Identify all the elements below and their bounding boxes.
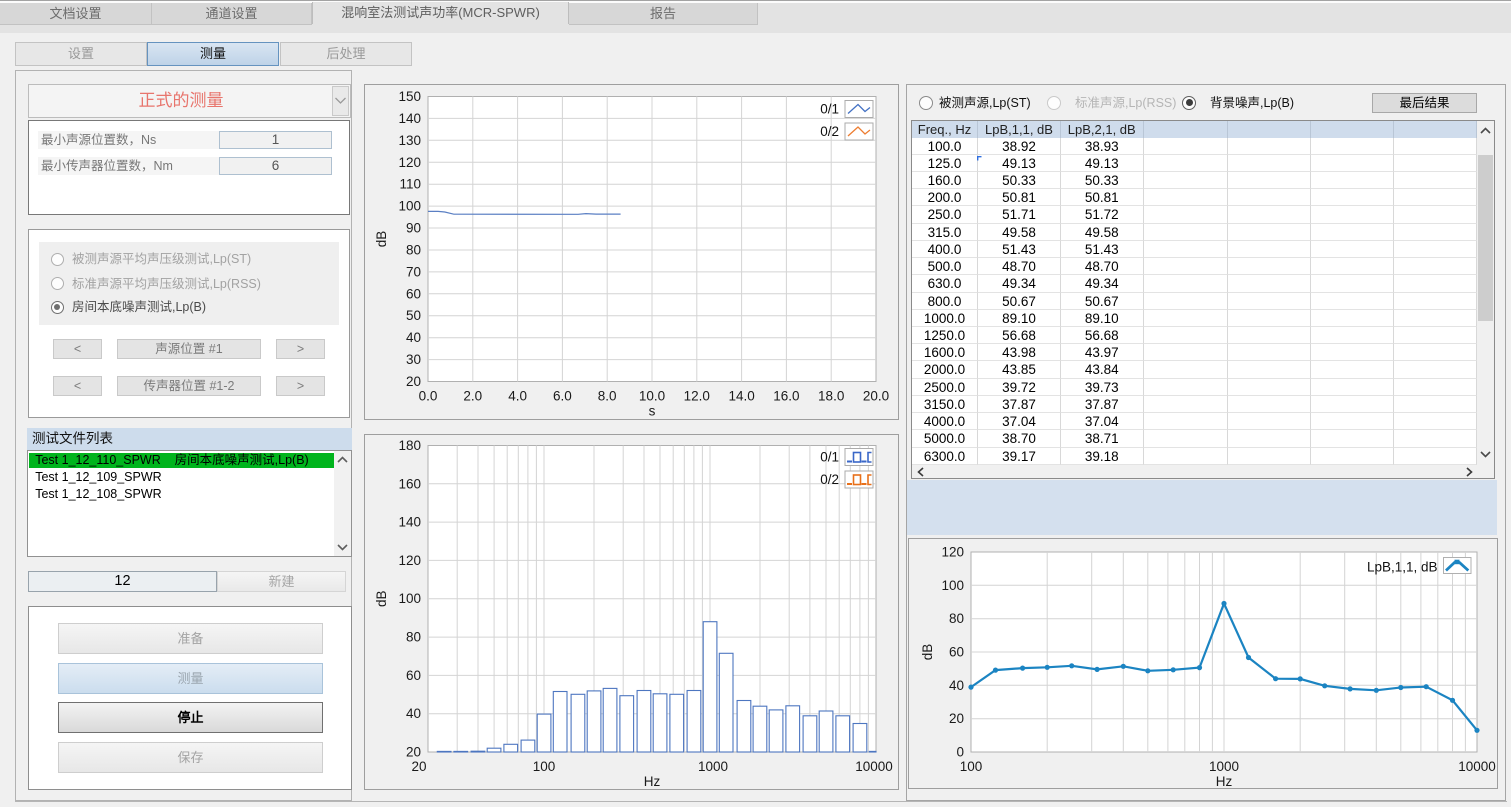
svg-text:10.0: 10.0 [638,388,664,403]
svg-text:LpB,1,1, dB: LpB,1,1, dB [1367,560,1438,575]
svg-text:140: 140 [398,514,421,529]
svg-text:40: 40 [949,678,964,693]
svg-text:0/2: 0/2 [820,472,839,487]
svg-text:4.0: 4.0 [508,388,527,403]
svg-text:10000: 10000 [855,759,893,774]
svg-text:s: s [648,403,655,418]
svg-text:60: 60 [405,667,420,682]
svg-text:60: 60 [949,645,964,660]
svg-text:14.0: 14.0 [728,388,754,403]
svg-text:120: 120 [398,154,421,169]
svg-text:0/1: 0/1 [820,449,839,464]
svg-text:50: 50 [405,308,420,323]
svg-text:80: 80 [405,242,420,257]
svg-text:Hz: Hz [643,774,660,789]
svg-text:20: 20 [949,711,964,726]
svg-text:100: 100 [398,591,421,606]
svg-text:100: 100 [960,759,983,774]
svg-text:0.0: 0.0 [418,388,437,403]
svg-text:100: 100 [941,578,964,593]
svg-text:120: 120 [398,552,421,567]
svg-text:80: 80 [949,611,964,626]
svg-text:100: 100 [398,198,421,213]
svg-text:2.0: 2.0 [463,388,482,403]
svg-text:130: 130 [398,132,421,147]
svg-text:110: 110 [399,176,421,191]
svg-text:0/1: 0/1 [820,101,839,116]
svg-text:0/2: 0/2 [820,124,839,139]
svg-text:160: 160 [398,476,421,491]
svg-text:70: 70 [405,264,420,279]
svg-text:30: 30 [405,352,420,367]
svg-text:20: 20 [405,374,420,389]
svg-text:20.0: 20.0 [862,388,888,403]
svg-text:80: 80 [405,629,420,644]
svg-text:1000: 1000 [697,759,727,774]
svg-text:12.0: 12.0 [683,388,709,403]
svg-text:6.0: 6.0 [553,388,572,403]
svg-text:dB: dB [374,590,389,607]
svg-text:40: 40 [405,330,420,345]
svg-text:150: 150 [398,89,421,104]
svg-text:90: 90 [405,220,420,235]
svg-text:18.0: 18.0 [818,388,844,403]
svg-text:120: 120 [941,545,964,560]
svg-text:20: 20 [411,759,426,774]
svg-text:Hz: Hz [1216,774,1233,788]
svg-text:dB: dB [920,644,935,661]
svg-text:16.0: 16.0 [773,388,799,403]
svg-text:60: 60 [405,286,420,301]
svg-text:1000: 1000 [1209,759,1239,774]
svg-text:180: 180 [398,438,421,453]
svg-text:40: 40 [405,706,420,721]
svg-text:0: 0 [956,745,964,760]
svg-text:140: 140 [398,110,421,125]
svg-text:100: 100 [532,759,555,774]
svg-text:8.0: 8.0 [597,388,616,403]
svg-text:10000: 10000 [1458,759,1496,774]
svg-text:20: 20 [405,744,420,759]
svg-text:dB: dB [374,230,389,247]
